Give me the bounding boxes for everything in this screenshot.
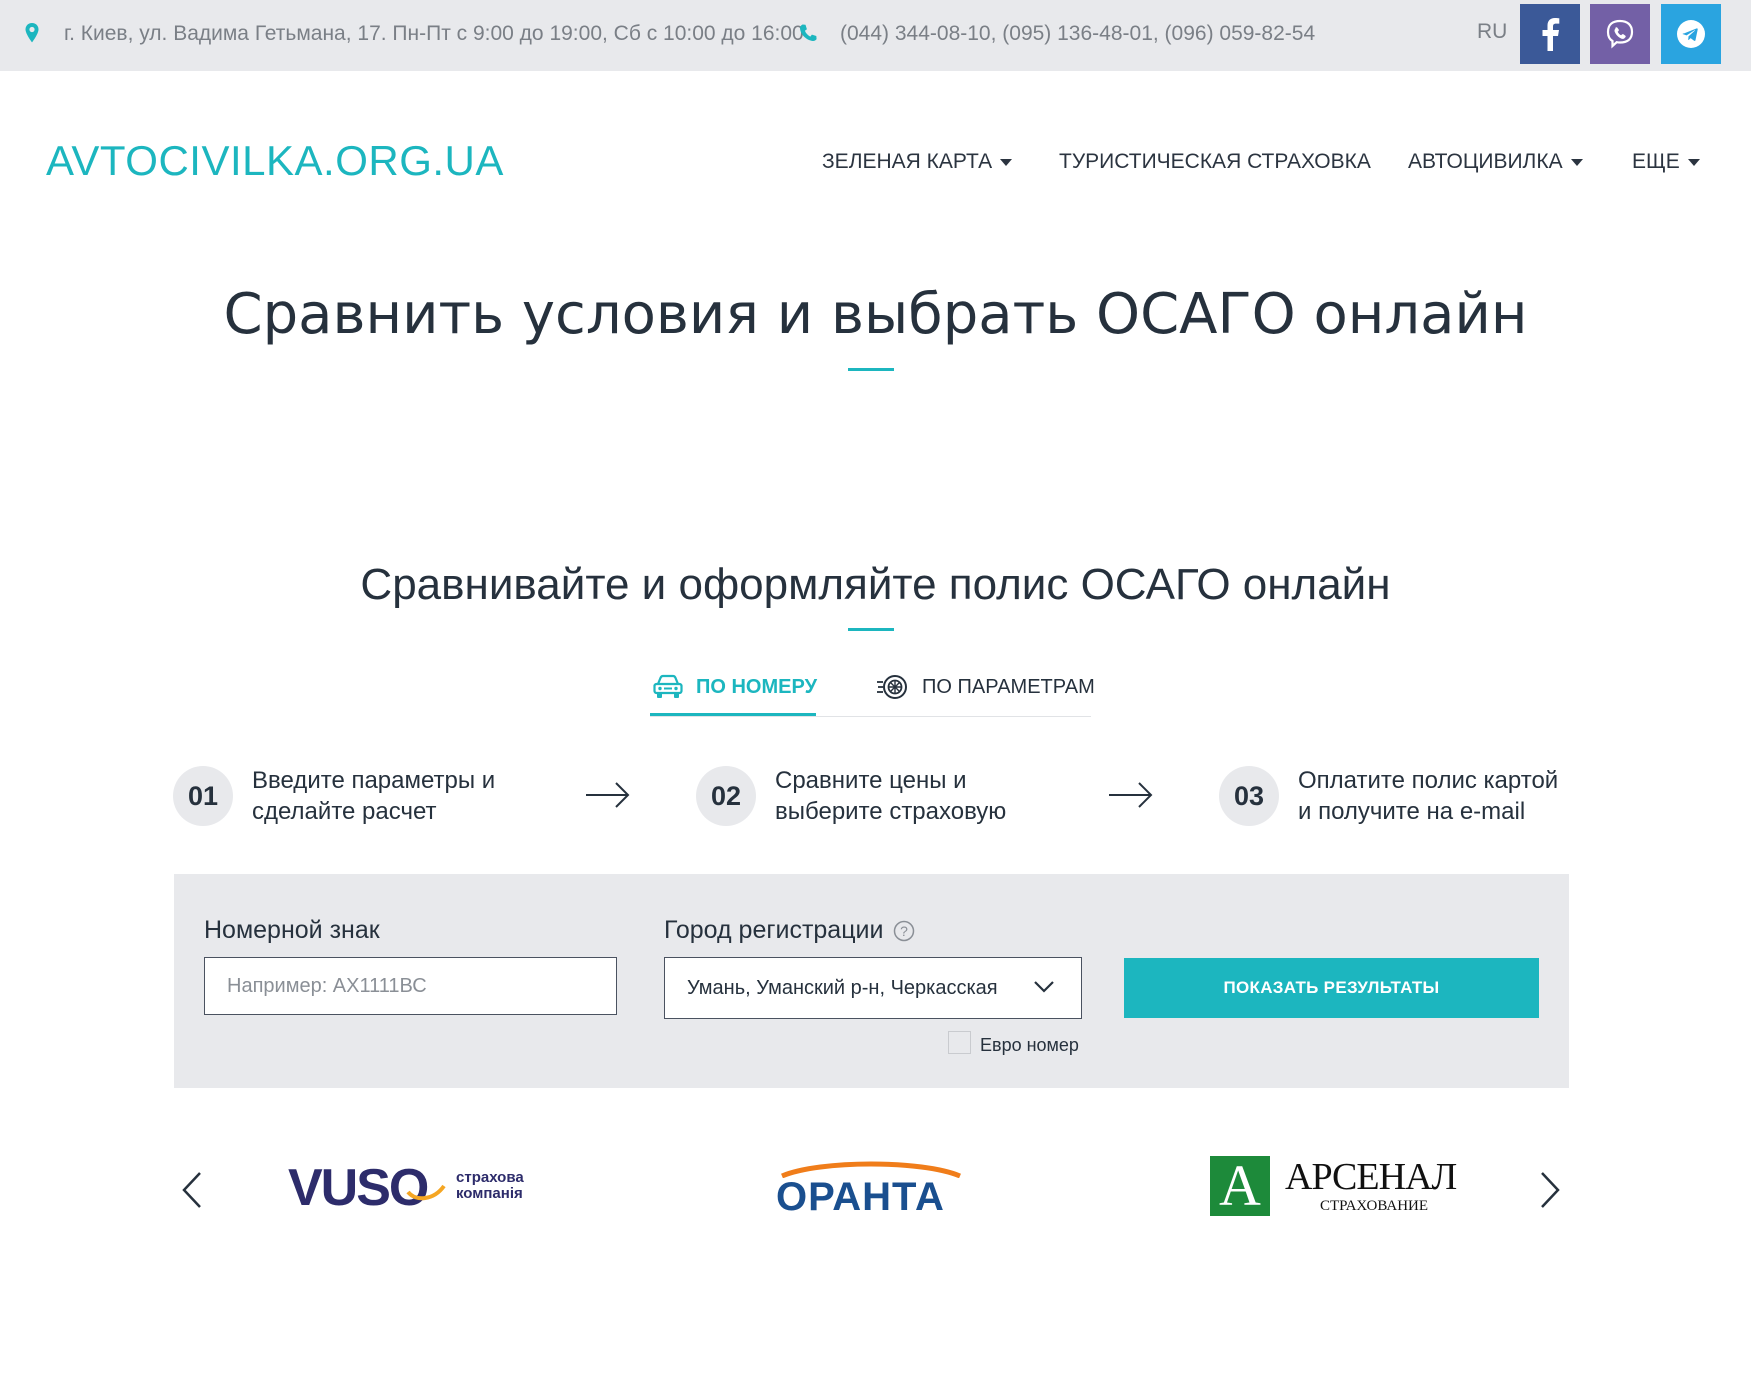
help-icon[interactable]: ?: [893, 920, 915, 942]
tab-label: ПО ПАРАМЕТРАМ: [922, 675, 1095, 698]
euro-number-checkbox[interactable]: [948, 1031, 971, 1054]
caret-down-icon: [1570, 158, 1583, 166]
nav-item-label: АВТОЦИВИЛКА: [1408, 150, 1563, 173]
step-text: Сравните цены и выберите страховую: [775, 765, 1006, 827]
arsenal-logo-mark: A: [1210, 1156, 1270, 1216]
city-select[interactable]: Умань, Уманский р-н, Черкасская: [664, 957, 1082, 1019]
step-number: 01: [173, 766, 233, 826]
caret-down-icon: [1687, 158, 1700, 166]
city-label-wrap: Город регистрации ?: [664, 916, 915, 945]
arrow-right-icon: [586, 782, 630, 808]
step-text: Введите параметры и сделайте расчет: [252, 765, 495, 827]
tab-label: ПО НОМЕРУ: [696, 675, 818, 698]
oranta-logo[interactable]: ОРАНТА: [776, 1158, 966, 1220]
nav-item-label: ТУРИСТИЧЕСКАЯ СТРАХОВКА: [1059, 150, 1371, 173]
vuso-swoosh-icon: [406, 1184, 446, 1201]
carousel-prev-icon[interactable]: [180, 1170, 204, 1210]
calculator-title: Сравнивайте и оформляйте полис ОСАГО онл…: [360, 560, 1391, 609]
tab-by-params[interactable]: ПО ПАРАМЕТРАМ: [876, 673, 1095, 701]
step-text-line: выберите страховую: [775, 798, 1007, 825]
viber-button[interactable]: [1590, 4, 1650, 64]
oranta-logo-text: ОРАНТА: [776, 1175, 945, 1219]
step-text-line: Введите параметры и: [252, 767, 496, 794]
show-results-button[interactable]: ПОКАЗАТЬ РЕЗУЛЬТАТЫ: [1124, 958, 1539, 1018]
nav-item-label: ЕЩЕ: [1632, 150, 1680, 173]
svg-text:?: ?: [901, 923, 909, 939]
subtitle-underline: [848, 628, 894, 631]
nav-item-green-card[interactable]: ЗЕЛЕНАЯ КАРТА: [822, 150, 1013, 174]
euro-number-label[interactable]: Евро номер: [980, 1035, 1079, 1056]
title-underline: [848, 368, 894, 371]
language-switch[interactable]: RU: [1477, 20, 1507, 44]
step-number: 02: [696, 766, 756, 826]
location-pin-icon: [25, 23, 39, 43]
telegram-button[interactable]: [1661, 4, 1721, 64]
step-text-line: Сравните цены и: [775, 767, 967, 794]
carousel-next-icon[interactable]: [1538, 1170, 1562, 1210]
city-label: Город регистрации: [664, 916, 884, 944]
telegram-icon: [1677, 20, 1705, 48]
step-text-line: сделайте расчет: [252, 798, 437, 825]
phone-icon: [799, 24, 817, 42]
vuso-logo-sub1: страхова: [456, 1169, 524, 1186]
nav-item-travel-insurance[interactable]: ТУРИСТИЧЕСКАЯ СТРАХОВКА: [1059, 150, 1371, 174]
nav-item-avtocivilka[interactable]: АВТОЦИВИЛКА: [1408, 150, 1583, 174]
city-select-value: Умань, Уманский р-н, Черкасская: [687, 976, 998, 999]
arrow-right-icon: [1109, 782, 1153, 808]
site-logo[interactable]: AVTOCIVILKA.ORG.UA: [46, 137, 504, 185]
page-title: Сравнить условия и выбрать ОСАГО онлайн: [223, 282, 1528, 347]
step-text-line: и получите на e-mail: [1298, 798, 1526, 825]
plate-label: Номерной знак: [204, 916, 380, 944]
nav-item-label: ЗЕЛЕНАЯ КАРТА: [822, 150, 993, 173]
car-icon: [653, 674, 683, 698]
arsenal-logo-letter: A: [1219, 1153, 1261, 1218]
arsenal-logo-text: АРСЕНАЛ: [1285, 1156, 1457, 1198]
vuso-logo[interactable]: VUSO страхова компанія: [288, 1158, 538, 1218]
nav-item-more[interactable]: ЕЩЕ: [1632, 150, 1700, 174]
vuso-logo-sub2: компанія: [456, 1185, 523, 1202]
phones-text[interactable]: (044) 344-08-10, (095) 136-48-01, (096) …: [840, 22, 1315, 46]
plate-input[interactable]: [204, 957, 617, 1015]
step-number: 03: [1219, 766, 1279, 826]
wheel-icon: [877, 675, 907, 699]
address-text: г. Киев, ул. Вадима Гетьмана, 17. Пн-Пт …: [64, 22, 804, 45]
chevron-down-icon: [1034, 981, 1054, 993]
arsenal-logo-sub: СТРАХОВАНИЕ: [1320, 1198, 1429, 1214]
top-bar: г. Киев, ул. Вадима Гетьмана, 17. Пн-Пт …: [0, 0, 1751, 71]
step-text: Оплатите полис картой и получите на e-ma…: [1298, 765, 1558, 827]
viber-icon: [1606, 19, 1634, 49]
tabs-divider: [650, 716, 1091, 717]
facebook-icon: [1542, 18, 1560, 51]
tab-active-indicator: [650, 713, 816, 716]
step-text-line: Оплатите полис картой: [1298, 767, 1559, 794]
facebook-button[interactable]: [1520, 4, 1580, 64]
arsenal-logo[interactable]: A АРСЕНАЛ СТРАХОВАНИЕ: [1210, 1156, 1470, 1220]
tab-by-number[interactable]: ПО НОМЕРУ: [652, 673, 817, 701]
caret-down-icon: [1000, 158, 1013, 166]
